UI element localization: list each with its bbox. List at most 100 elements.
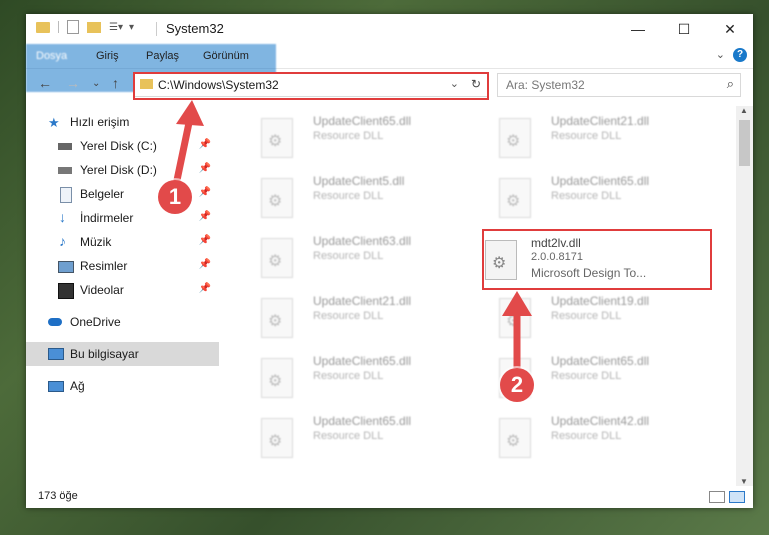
recent-locations-button[interactable]: ⌄ [92,78,100,89]
back-button[interactable]: ← [38,75,52,91]
gear-icon: ⚙ [268,433,283,450]
vertical-scrollbar[interactable]: ▲ ▼ [736,106,753,486]
tab-share[interactable]: Paylaş [136,44,189,68]
file-name: UpdateClient5.dll [313,174,405,188]
step-badge-1: 1 [158,180,192,214]
file-name: UpdateClient65.dll [551,354,650,368]
up-button[interactable]: ↑ [112,75,119,91]
file-highlight-box [482,229,712,290]
star-icon: ★ [48,115,60,130]
minimize-button[interactable]: — [615,14,661,44]
help-icon[interactable]: ? [733,48,747,62]
file-item[interactable]: ⚙ UpdateClient21.dll Resource DLL [479,112,709,160]
file-name: UpdateClient65.dll [313,114,412,128]
network-icon [48,381,64,392]
properties-icon[interactable] [67,20,79,34]
dll-file-icon: ⚙ [499,418,531,458]
file-name: UpdateClient63.dll [313,234,412,248]
forward-button[interactable]: → [66,75,80,91]
file-type: Resource DLL [313,130,384,142]
dll-file-icon: ⚙ [261,118,293,158]
gear-icon: ⚙ [268,313,283,330]
nav-item-music[interactable]: ♪ Müzik 📌 [26,230,219,254]
nav-item-network[interactable]: Ağ [26,374,219,398]
nav-item-quick-access[interactable]: ★ Hızlı erişim [26,110,219,134]
maximize-button[interactable]: ☐ [661,14,707,44]
nav-label: Müzik [80,235,112,249]
file-type: Resource DLL [551,190,622,202]
file-type: Resource DLL [551,370,622,382]
pin-icon[interactable]: 📌 [199,163,211,174]
pin-icon[interactable]: 📌 [199,187,211,198]
nav-label: Bu bilgisayar [70,347,139,361]
gear-icon: ⚙ [506,133,521,150]
nav-item-local-disk-c[interactable]: Yerel Disk (C:) 📌 [26,134,219,158]
file-type: Resource DLL [313,370,384,382]
file-type: Resource DLL [551,310,622,322]
file-item[interactable]: ⚙ UpdateClient5.dll Resource DLL [241,172,471,220]
file-name: UpdateClient65.dll [313,354,412,368]
chevron-down-icon[interactable]: ⌄ [716,48,725,61]
separator [156,22,157,36]
nav-item-onedrive[interactable]: OneDrive [26,310,219,334]
search-box[interactable]: Ara: System32 ⌕ [497,73,741,97]
nav-label: Videolar [80,283,124,297]
file-item[interactable]: ⚙ UpdateClient42.dll Resource DLL [479,412,709,460]
gear-icon: ⚙ [268,133,283,150]
nav-item-videos[interactable]: Videolar 📌 [26,278,219,302]
nav-item-pictures[interactable]: Resimler 📌 [26,254,219,278]
file-type: Resource DLL [551,130,622,142]
gear-icon: ⚙ [268,253,283,270]
file-item[interactable]: ⚙ UpdateClient63.dll Resource DLL [241,232,471,280]
gear-icon: ⚙ [506,193,521,210]
gear-icon: ⚙ [506,313,521,330]
customize-toolbar-icon[interactable]: ▾ [129,22,134,33]
title-bar: ☰▾ ▾ System32 — ☐ ✕ [26,14,753,44]
dll-file-icon: ⚙ [261,238,293,278]
folder-icon[interactable] [36,21,50,33]
file-item[interactable]: ⚙ UpdateClient21.dll Resource DLL [241,292,471,340]
pin-icon[interactable]: 📌 [199,235,211,246]
pin-icon[interactable]: 📌 [199,283,211,294]
item-count: 173 öğe [38,490,78,502]
file-type: Resource DLL [313,430,384,442]
scroll-up-icon[interactable]: ▲ [740,106,748,115]
search-input[interactable]: Ara: System32 [506,78,585,92]
tab-home[interactable]: Giriş [86,44,129,68]
gear-icon: ⚙ [268,373,283,390]
file-item[interactable]: ⚙ UpdateClient65.dll Resource DLL [241,412,471,460]
file-item[interactable]: ⚙ UpdateClient65.dll Resource DLL [241,112,471,160]
nav-item-local-disk-d[interactable]: Yerel Disk (D:) 📌 [26,158,219,182]
close-button[interactable]: ✕ [707,14,753,44]
window-title: System32 [166,21,224,36]
address-highlight-box [133,72,489,100]
tab-view[interactable]: Görünüm [193,44,259,68]
nav-label: Hızlı erişim [70,115,130,129]
scroll-down-icon[interactable]: ▼ [740,477,748,486]
quick-access-toolbar: ☰▾ ▾ [36,20,134,34]
pin-icon[interactable]: 📌 [199,259,211,270]
view-options-icon[interactable]: ☰▾ [109,22,123,33]
file-item[interactable]: ⚙ UpdateClient65.dll Resource DLL [479,172,709,220]
pin-icon[interactable]: 📌 [199,139,211,150]
dll-file-icon: ⚙ [261,178,293,218]
nav-item-this-pc[interactable]: Bu bilgisayar [26,342,219,366]
new-folder-icon[interactable] [87,21,101,33]
pin-icon[interactable]: 📌 [199,211,211,222]
file-list: ⚙ UpdateClient65.dll Resource DLL ⚙ Upda… [221,106,736,486]
picture-icon [58,261,74,273]
nav-item-downloads[interactable]: ↓ İndirmeler 📌 [26,206,219,230]
scrollbar-thumb[interactable] [739,120,750,166]
dll-file-icon: ⚙ [499,178,531,218]
dll-file-icon: ⚙ [499,118,531,158]
large-icons-view-icon[interactable] [729,491,745,503]
file-item[interactable]: ⚙ UpdateClient65.dll Resource DLL [241,352,471,400]
nav-label: İndirmeler [80,211,134,225]
file-item[interactable]: ⚙ UpdateClient19.dll Resource DLL [479,292,709,340]
drive-icon [58,143,72,150]
nav-label: Ağ [70,379,85,393]
music-icon: ♪ [59,233,66,249]
nav-label: OneDrive [70,315,121,329]
details-view-icon[interactable] [709,491,725,503]
file-name: UpdateClient21.dll [551,114,650,128]
